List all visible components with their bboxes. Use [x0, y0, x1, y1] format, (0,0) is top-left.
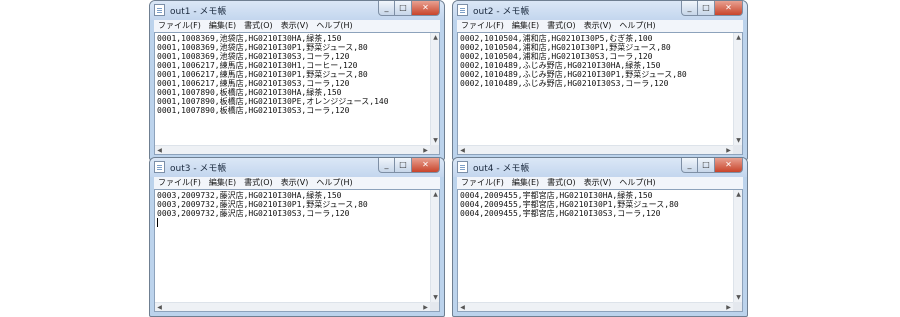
scrollbar-corner — [733, 302, 742, 311]
scroll-left-arrow-icon[interactable]: ◀ — [458, 303, 467, 312]
notepad-icon — [154, 4, 165, 16]
menu-help[interactable]: ヘルプ(H) — [619, 20, 655, 32]
scroll-down-arrow-icon[interactable]: ▼ — [734, 136, 743, 145]
scroll-right-arrow-icon[interactable]: ▶ — [724, 303, 733, 312]
minimize-button[interactable]: _ — [378, 158, 395, 173]
scroll-up-arrow-icon[interactable]: ▲ — [734, 33, 743, 42]
minimize-button[interactable]: _ — [378, 1, 395, 16]
maximize-button[interactable]: □ — [698, 1, 715, 16]
horizontal-scrollbar[interactable]: ◀ ▶ — [155, 302, 430, 311]
close-button[interactable]: ✕ — [412, 1, 440, 16]
close-button[interactable]: ✕ — [715, 158, 743, 173]
close-button[interactable]: ✕ — [412, 158, 440, 173]
text-caret — [157, 218, 158, 237]
notepad-icon — [457, 161, 468, 173]
title-bar[interactable]: out1 - メモ帳 _ □ ✕ — [150, 1, 444, 20]
scroll-right-arrow-icon[interactable]: ▶ — [724, 146, 733, 155]
title-bar[interactable]: out3 - メモ帳 _ □ ✕ — [150, 158, 444, 177]
scroll-right-arrow-icon[interactable]: ▶ — [421, 146, 430, 155]
text-content[interactable]: 0002,1010504,浦和店,HG0210I30P5,むぎ茶,100 000… — [460, 34, 732, 144]
horizontal-scrollbar[interactable]: ◀ ▶ — [155, 145, 430, 154]
menu-format[interactable]: 書式(O) — [244, 177, 273, 189]
editor-area[interactable]: 0003,2009732,藤沢店,HG0210I30HA,緑茶,150 0003… — [154, 189, 440, 312]
menu-bar: ファイル(F) 編集(E) 書式(O) 表示(V) ヘルプ(H) — [154, 20, 440, 32]
menu-file[interactable]: ファイル(F) — [158, 177, 201, 189]
notepad-icon — [154, 161, 165, 173]
scroll-up-arrow-icon[interactable]: ▲ — [431, 190, 440, 199]
window-title: out1 - メモ帳 — [170, 7, 227, 17]
maximize-button[interactable]: □ — [395, 1, 412, 16]
scroll-down-arrow-icon[interactable]: ▼ — [734, 293, 743, 302]
menu-bar: ファイル(F) 編集(E) 書式(O) 表示(V) ヘルプ(H) — [457, 177, 743, 189]
menu-help[interactable]: ヘルプ(H) — [316, 177, 352, 189]
menu-help[interactable]: ヘルプ(H) — [316, 20, 352, 32]
menu-view[interactable]: 表示(V) — [281, 20, 309, 32]
menu-file[interactable]: ファイル(F) — [461, 20, 504, 32]
scrollbar-corner — [733, 145, 742, 154]
vertical-scrollbar[interactable]: ▲ ▼ — [430, 33, 439, 145]
window-title: out4 - メモ帳 — [473, 164, 530, 174]
notepad-window-out3[interactable]: out3 - メモ帳 _ □ ✕ ファイル(F) 編集(E) 書式(O) 表示(… — [149, 157, 445, 317]
scroll-right-arrow-icon[interactable]: ▶ — [421, 303, 430, 312]
menu-edit[interactable]: 編集(E) — [209, 20, 236, 32]
menu-view[interactable]: 表示(V) — [584, 177, 612, 189]
notepad-window-out2[interactable]: out2 - メモ帳 _ □ ✕ ファイル(F) 編集(E) 書式(O) 表示(… — [452, 0, 748, 160]
scroll-left-arrow-icon[interactable]: ◀ — [458, 146, 467, 155]
minimize-button[interactable]: _ — [681, 158, 698, 173]
scrollbar-corner — [430, 302, 439, 311]
scroll-down-arrow-icon[interactable]: ▼ — [431, 136, 440, 145]
window-title: out3 - メモ帳 — [170, 164, 227, 174]
scrollbar-corner — [430, 145, 439, 154]
maximize-button[interactable]: □ — [395, 158, 412, 173]
notepad-icon — [457, 4, 468, 16]
title-bar[interactable]: out4 - メモ帳 _ □ ✕ — [453, 158, 747, 177]
vertical-scrollbar[interactable]: ▲ ▼ — [733, 33, 742, 145]
menu-edit[interactable]: 編集(E) — [512, 177, 539, 189]
menu-format[interactable]: 書式(O) — [547, 20, 576, 32]
menu-format[interactable]: 書式(O) — [244, 20, 273, 32]
editor-area[interactable]: 0004,2009455,宇都宮店,HG0210I30HA,緑茶,150 000… — [457, 189, 743, 312]
menu-file[interactable]: ファイル(F) — [158, 20, 201, 32]
text-content[interactable]: 0003,2009732,藤沢店,HG0210I30HA,緑茶,150 0003… — [157, 191, 429, 301]
close-button[interactable]: ✕ — [715, 1, 743, 16]
vertical-scrollbar[interactable]: ▲ ▼ — [733, 190, 742, 302]
notepad-window-out1[interactable]: out1 - メモ帳 _ □ ✕ ファイル(F) 編集(E) 書式(O) 表示(… — [149, 0, 445, 160]
menu-help[interactable]: ヘルプ(H) — [619, 177, 655, 189]
vertical-scrollbar[interactable]: ▲ ▼ — [430, 190, 439, 302]
menu-format[interactable]: 書式(O) — [547, 177, 576, 189]
scroll-down-arrow-icon[interactable]: ▼ — [431, 293, 440, 302]
scroll-left-arrow-icon[interactable]: ◀ — [155, 303, 164, 312]
editor-area[interactable]: 0002,1010504,浦和店,HG0210I30P5,むぎ茶,100 000… — [457, 32, 743, 155]
window-title: out2 - メモ帳 — [473, 7, 530, 17]
menu-edit[interactable]: 編集(E) — [209, 177, 236, 189]
title-bar[interactable]: out2 - メモ帳 _ □ ✕ — [453, 1, 747, 20]
editor-area[interactable]: 0001,1008369,池袋店,HG0210I30HA,緑茶,150 0001… — [154, 32, 440, 155]
menu-bar: ファイル(F) 編集(E) 書式(O) 表示(V) ヘルプ(H) — [154, 177, 440, 189]
scroll-up-arrow-icon[interactable]: ▲ — [734, 190, 743, 199]
text-content[interactable]: 0004,2009455,宇都宮店,HG0210I30HA,緑茶,150 000… — [460, 191, 732, 301]
notepad-window-out4[interactable]: out4 - メモ帳 _ □ ✕ ファイル(F) 編集(E) 書式(O) 表示(… — [452, 157, 748, 317]
menu-bar: ファイル(F) 編集(E) 書式(O) 表示(V) ヘルプ(H) — [457, 20, 743, 32]
scroll-left-arrow-icon[interactable]: ◀ — [155, 146, 164, 155]
horizontal-scrollbar[interactable]: ◀ ▶ — [458, 145, 733, 154]
menu-file[interactable]: ファイル(F) — [461, 177, 504, 189]
minimize-button[interactable]: _ — [681, 1, 698, 16]
text-content[interactable]: 0001,1008369,池袋店,HG0210I30HA,緑茶,150 0001… — [157, 34, 429, 144]
horizontal-scrollbar[interactable]: ◀ ▶ — [458, 302, 733, 311]
maximize-button[interactable]: □ — [698, 158, 715, 173]
menu-view[interactable]: 表示(V) — [584, 20, 612, 32]
scroll-up-arrow-icon[interactable]: ▲ — [431, 33, 440, 42]
menu-edit[interactable]: 編集(E) — [512, 20, 539, 32]
menu-view[interactable]: 表示(V) — [281, 177, 309, 189]
